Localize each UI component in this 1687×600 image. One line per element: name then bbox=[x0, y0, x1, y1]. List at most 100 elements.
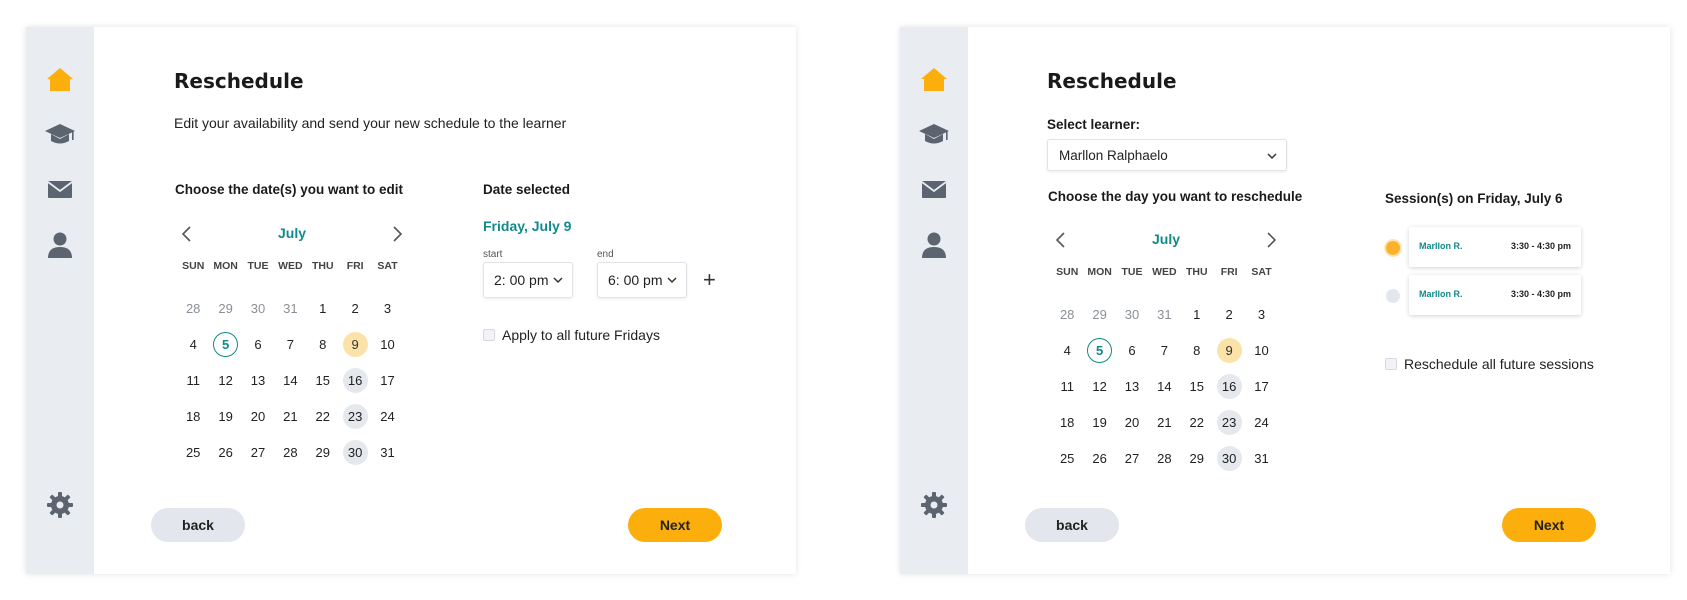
reschedule-all-checkbox[interactable] bbox=[1385, 358, 1397, 370]
calendar-day[interactable]: 23 bbox=[1213, 404, 1245, 440]
calendar-day[interactable]: 12 bbox=[1083, 368, 1115, 404]
calendar-day[interactable]: 7 bbox=[274, 326, 306, 362]
calendar-day[interactable]: 6 bbox=[242, 326, 274, 362]
calendar-day[interactable]: 30 bbox=[1213, 440, 1245, 476]
page-title: Reschedule bbox=[1047, 69, 1177, 93]
session-card[interactable]: Marllon R. 3:30 - 4:30 pm bbox=[1409, 275, 1581, 315]
calendar-day[interactable]: 8 bbox=[1181, 332, 1213, 368]
nav-profile[interactable] bbox=[919, 230, 949, 260]
calendar-day[interactable]: 24 bbox=[371, 398, 403, 434]
session-card[interactable]: Marllon R. 3:30 - 4:30 pm bbox=[1409, 227, 1581, 267]
calendar-day[interactable]: 2 bbox=[1213, 296, 1245, 332]
calendar-day[interactable]: 30 bbox=[242, 290, 274, 326]
calendar-day-number: 16 bbox=[1216, 373, 1242, 399]
calendar-day[interactable]: 15 bbox=[1181, 368, 1213, 404]
calendar-day[interactable]: 7 bbox=[1148, 332, 1180, 368]
nav-settings[interactable] bbox=[45, 490, 75, 520]
calendar-day[interactable]: 11 bbox=[177, 362, 209, 398]
calendar-day[interactable]: 20 bbox=[1116, 404, 1148, 440]
calendar-day[interactable]: 18 bbox=[1051, 404, 1083, 440]
nav-courses[interactable] bbox=[919, 119, 949, 149]
calendar-day[interactable]: 28 bbox=[177, 290, 209, 326]
calendar-day[interactable]: 1 bbox=[1181, 296, 1213, 332]
nav-courses[interactable] bbox=[45, 119, 75, 149]
calendar-day[interactable]: 5 bbox=[209, 326, 241, 362]
calendar-day[interactable]: 21 bbox=[274, 398, 306, 434]
calendar-day[interactable]: 25 bbox=[177, 434, 209, 470]
calendar-day[interactable]: 29 bbox=[307, 434, 339, 470]
next-month-button[interactable] bbox=[387, 222, 407, 246]
weekday-label: MON bbox=[1087, 266, 1112, 278]
nav-messages[interactable] bbox=[919, 174, 949, 204]
calendar-day[interactable]: 16 bbox=[339, 362, 371, 398]
calendar-day[interactable]: 17 bbox=[1245, 368, 1277, 404]
add-time-button[interactable]: + bbox=[703, 269, 716, 291]
nav-profile[interactable] bbox=[45, 230, 75, 260]
calendar-day[interactable]: 5 bbox=[1083, 332, 1115, 368]
calendar-day[interactable]: 28 bbox=[1051, 296, 1083, 332]
calendar-day[interactable]: 17 bbox=[371, 362, 403, 398]
weekday-label: THU bbox=[1185, 266, 1208, 278]
calendar-day[interactable]: 9 bbox=[1213, 332, 1245, 368]
calendar-day[interactable]: 21 bbox=[1148, 404, 1180, 440]
calendar-day[interactable]: 31 bbox=[371, 434, 403, 470]
calendar-day[interactable]: 24 bbox=[1245, 404, 1277, 440]
calendar-day[interactable]: 3 bbox=[1245, 296, 1277, 332]
calendar-day[interactable]: 13 bbox=[242, 362, 274, 398]
calendar-day[interactable]: 10 bbox=[371, 326, 403, 362]
next-month-button[interactable] bbox=[1261, 228, 1281, 252]
calendar-day[interactable]: 2 bbox=[339, 290, 371, 326]
calendar-day[interactable]: 15 bbox=[307, 362, 339, 398]
calendar-day[interactable]: 14 bbox=[274, 362, 306, 398]
nav-home[interactable] bbox=[45, 64, 75, 94]
calendar-day[interactable]: 4 bbox=[177, 326, 209, 362]
calendar-day[interactable]: 20 bbox=[242, 398, 274, 434]
back-button[interactable]: back bbox=[1025, 508, 1119, 542]
start-time-select[interactable]: 2: 00 pm bbox=[483, 262, 573, 298]
back-button[interactable]: back bbox=[151, 508, 245, 542]
calendar-day[interactable]: 29 bbox=[209, 290, 241, 326]
calendar-day[interactable]: 9 bbox=[339, 326, 371, 362]
calendar-day[interactable]: 23 bbox=[339, 398, 371, 434]
nav-messages[interactable] bbox=[45, 174, 75, 204]
calendar-day[interactable]: 26 bbox=[209, 434, 241, 470]
calendar-day[interactable]: 3 bbox=[371, 290, 403, 326]
next-button[interactable]: Next bbox=[1502, 508, 1596, 542]
calendar-day[interactable]: 12 bbox=[209, 362, 241, 398]
calendar-day[interactable]: 22 bbox=[1181, 404, 1213, 440]
calendar-day[interactable]: 4 bbox=[1051, 332, 1083, 368]
calendar-day[interactable]: 19 bbox=[209, 398, 241, 434]
calendar-day[interactable]: 27 bbox=[242, 434, 274, 470]
calendar-day[interactable]: 31 bbox=[274, 290, 306, 326]
calendar-day[interactable]: 22 bbox=[307, 398, 339, 434]
calendar-day[interactable]: 10 bbox=[1245, 332, 1277, 368]
calendar-day[interactable]: 14 bbox=[1148, 368, 1180, 404]
calendar-day[interactable]: 19 bbox=[1083, 404, 1115, 440]
session-radio-1[interactable] bbox=[1386, 241, 1400, 255]
calendar-day[interactable]: 30 bbox=[1116, 296, 1148, 332]
calendar-day[interactable]: 1 bbox=[307, 290, 339, 326]
calendar-day[interactable]: 31 bbox=[1245, 440, 1277, 476]
session-radio-2[interactable] bbox=[1386, 289, 1400, 303]
calendar-day[interactable]: 8 bbox=[307, 326, 339, 362]
calendar-day[interactable]: 6 bbox=[1116, 332, 1148, 368]
calendar-day[interactable]: 11 bbox=[1051, 368, 1083, 404]
calendar-day[interactable]: 26 bbox=[1083, 440, 1115, 476]
learner-select[interactable]: Marllon Ralphaelo bbox=[1047, 139, 1287, 171]
nav-home[interactable] bbox=[919, 64, 949, 94]
calendar-day[interactable]: 30 bbox=[339, 434, 371, 470]
calendar-day[interactable]: 27 bbox=[1116, 440, 1148, 476]
nav-settings[interactable] bbox=[919, 490, 949, 520]
calendar-day[interactable]: 13 bbox=[1116, 368, 1148, 404]
calendar-day[interactable]: 28 bbox=[274, 434, 306, 470]
calendar-day[interactable]: 31 bbox=[1148, 296, 1180, 332]
end-time-select[interactable]: 6: 00 pm bbox=[597, 262, 687, 298]
calendar-day[interactable]: 16 bbox=[1213, 368, 1245, 404]
calendar-day[interactable]: 29 bbox=[1083, 296, 1115, 332]
calendar-day[interactable]: 18 bbox=[177, 398, 209, 434]
apply-future-fridays-checkbox[interactable] bbox=[483, 329, 495, 341]
next-button[interactable]: Next bbox=[628, 508, 722, 542]
calendar-day[interactable]: 25 bbox=[1051, 440, 1083, 476]
calendar-day[interactable]: 28 bbox=[1148, 440, 1180, 476]
calendar-day[interactable]: 29 bbox=[1181, 440, 1213, 476]
